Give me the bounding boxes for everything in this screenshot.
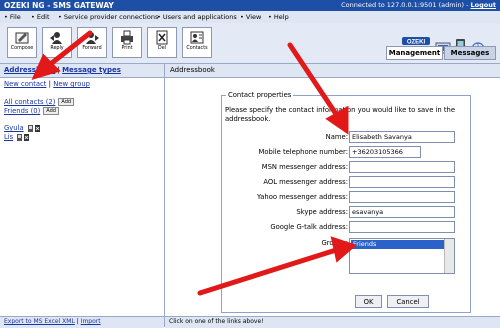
contact-properties-legend: Contact properties (228, 91, 292, 99)
groups-listbox[interactable]: Friends (349, 238, 455, 274)
skype-label: Skype address: (296, 208, 348, 216)
heading-separator: | (57, 66, 60, 74)
menu-users-and-applications[interactable]: • Users and applications (157, 13, 237, 21)
aol-label: AOL messenger address: (263, 178, 348, 186)
yahoo-label: Yahoo messenger address: (257, 193, 348, 201)
link-separator: | (48, 80, 52, 88)
all-contacts-link[interactable]: All contacts (2) (4, 98, 55, 106)
contact-actions-icon[interactable] (27, 124, 42, 132)
friends-group-link[interactable]: Friends (0) (4, 107, 40, 115)
contacts-button[interactable]: Contacts (182, 27, 212, 58)
reply-button[interactable]: Reply (42, 27, 72, 58)
reply-icon (50, 32, 62, 44)
right-panel-title: Addressbook (170, 66, 215, 74)
intro-text: Please specify the contact information y… (225, 106, 456, 123)
menu-help[interactable]: • Help (268, 13, 289, 21)
group-row-friends: Friends (0) Add (4, 107, 59, 115)
delete-label: Del (158, 46, 166, 51)
delete-button[interactable]: Del (147, 27, 177, 58)
groups-label: Groups: (321, 239, 348, 247)
contact-row-lis: Lis (4, 133, 31, 141)
left-panel-footer: Export to MS Excel XML | Import (0, 316, 164, 328)
contact-actions-icon[interactable] (17, 133, 31, 141)
export-excel-link[interactable]: Export to MS Excel XML (4, 318, 75, 325)
left-panel-header: Addressbook | Message types (0, 64, 164, 78)
add-to-all-button[interactable]: Add (58, 98, 75, 106)
skype-field[interactable]: esavanya (349, 206, 455, 218)
connection-status: Connected to 127.0.0.1:9501 (admin) - Lo… (341, 1, 496, 9)
mobile-label: Mobile telephone number: (258, 148, 348, 156)
print-button[interactable]: Print (112, 27, 142, 58)
cancel-button[interactable]: Cancel (387, 295, 429, 308)
add-to-friends-button[interactable]: Add (43, 107, 59, 115)
toolbar: Compose Reply Forward Print Del Contacts… (0, 23, 500, 64)
title-bar: OZEKI NG - SMS GATEWAY Connected to 127.… (0, 0, 500, 11)
status-text: Click on one of the links above! (169, 318, 264, 325)
compose-icon (15, 32, 29, 44)
tab-messages[interactable]: Messages (444, 46, 496, 60)
contacts-label: Contacts (186, 46, 208, 51)
compose-button[interactable]: Compose (7, 27, 37, 58)
ok-button[interactable]: OK (355, 295, 382, 308)
aol-field[interactable] (349, 176, 455, 188)
contacts-icon (190, 31, 204, 44)
addressbook-link[interactable]: Addressbook (4, 66, 55, 74)
compose-label: Compose (10, 46, 34, 51)
groups-option-friends[interactable]: Friends (351, 240, 445, 249)
print-label: Print (121, 46, 133, 51)
forward-button[interactable]: Forward (77, 27, 107, 58)
menu-service-provider-connections[interactable]: • Service provider connections (58, 13, 158, 21)
contact-row-gyula: Gyula (4, 124, 42, 132)
logout-link[interactable]: Logout (471, 1, 496, 9)
menu-file[interactable]: • File (4, 13, 21, 21)
forward-label: Forward (82, 46, 102, 51)
forward-icon (86, 32, 99, 44)
gtalk-field[interactable] (349, 221, 455, 233)
left-panel: Addressbook | Message types New contact … (0, 64, 165, 328)
print-icon (121, 30, 133, 45)
reply-label: Reply (50, 46, 64, 51)
connection-text: Connected to 127.0.0.1:9501 (admin) - (341, 1, 471, 9)
name-field[interactable]: Elisabeth Savanya (349, 131, 455, 143)
right-panel-header: Addressbook (165, 64, 500, 78)
delete-icon (156, 30, 168, 45)
msn-field[interactable] (349, 161, 455, 173)
right-panel: Addressbook Contact properties Please sp… (165, 64, 500, 328)
new-contact-link[interactable]: New contact (4, 80, 46, 88)
yahoo-field[interactable] (349, 191, 455, 203)
logo-text: OZEKI (407, 40, 426, 46)
group-row-all: All contacts (2) Add (4, 98, 75, 106)
mobile-field[interactable]: +36203105366 (349, 146, 421, 158)
name-label: Name: (325, 133, 348, 141)
contact-lis-link[interactable]: Lis (4, 133, 13, 141)
tab-management[interactable]: Management (386, 46, 443, 60)
import-link[interactable]: Import (81, 318, 101, 325)
footer-separator: | (76, 318, 79, 325)
message-types-link[interactable]: Message types (62, 66, 121, 74)
gtalk-label: Google G-talk address: (270, 223, 348, 231)
menu-edit[interactable]: • Edit (31, 13, 50, 21)
menu-view[interactable]: • View (240, 13, 261, 21)
contact-gyula-link[interactable]: Gyula (4, 124, 24, 132)
msn-label: MSN messenger address: (261, 163, 348, 171)
groups-scrollbar[interactable] (444, 239, 454, 273)
new-group-link[interactable]: New group (53, 80, 90, 88)
right-panel-footer: Click on one of the links above! (165, 316, 500, 328)
app-title: OZEKI NG - SMS GATEWAY (4, 1, 114, 10)
